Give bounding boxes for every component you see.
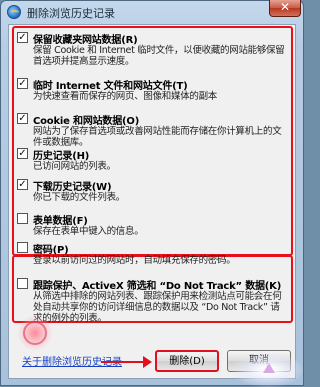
option-title: 跟踪保护、ActiveX 筛选和 “Do Not Track” 数据(K) (33, 281, 282, 292)
delete-button[interactable]: 删除(D) (155, 350, 219, 372)
annotation-arrow (101, 361, 145, 363)
option-title: Cookie 和网站数据(O) (33, 116, 140, 127)
annotation-arrow-head (143, 356, 152, 368)
close-button[interactable]: ✕ (269, 0, 301, 17)
checkbox-cookies[interactable]: ✓ (17, 113, 28, 124)
option-description: 保留 Cookie 和 Internet 临时文件，以便收藏的网站能够保留首选项… (33, 45, 285, 67)
option-title: 表单数据(F) (33, 216, 88, 227)
internet-explorer-icon (7, 5, 21, 19)
checkbox-form-data[interactable] (17, 213, 28, 224)
option-description: 登录以前访问过的网站时，自动填充保存的密码。 (33, 255, 236, 266)
option-description: 保存在表单中键入的信息。 (33, 226, 144, 237)
checkbox-preserve-favorites[interactable]: ✓ (17, 32, 28, 43)
checkbox-passwords[interactable] (17, 242, 28, 253)
option-description: 从筛选中排除的网站列表、跟踪保护用来检测站点可能会在何处自动共享你的访问详细信息… (33, 291, 282, 324)
option-title: 密码(P) (33, 245, 69, 256)
checkbox-temp-files[interactable]: ✓ (17, 78, 28, 89)
option-description: 网站为了保存首选项或改善网站性能而存储在你计算机上的文件或数据库。 (33, 126, 282, 148)
option-title: 历史记录(H) (33, 151, 90, 162)
option-description: 已访问网站的列表。 (33, 161, 116, 172)
checkbox-history[interactable]: ✓ (17, 148, 28, 159)
option-description: 你已下载的文件列表。 (33, 192, 126, 203)
watermark-logo-icon (263, 363, 275, 373)
title-bar: 删除浏览历史记录 ✕ (1, 0, 303, 23)
option-description: 为快速查看而保存的网页、图像和媒体的副本 (33, 91, 218, 102)
delete-history-dialog: 删除浏览历史记录 ✕ ✓ 保留收藏夹网站数据(R) 保留 Cookie 和 In… (0, 0, 304, 387)
option-title: 临时 Internet 文件和网站文件(T) (33, 81, 188, 92)
window-title: 删除浏览历史记录 (27, 7, 115, 20)
option-title: 保留收藏夹网站数据(R) (33, 35, 138, 46)
option-title: 下载历史记录(W) (33, 182, 112, 193)
checkbox-tracking-protection[interactable] (17, 278, 28, 289)
dialog-content: ✓ 保留收藏夹网站数据(R) 保留 Cookie 和 Internet 临时文件… (8, 24, 296, 379)
checkbox-download-history[interactable]: ✓ (17, 179, 28, 190)
click-indicator-ring (23, 321, 47, 345)
